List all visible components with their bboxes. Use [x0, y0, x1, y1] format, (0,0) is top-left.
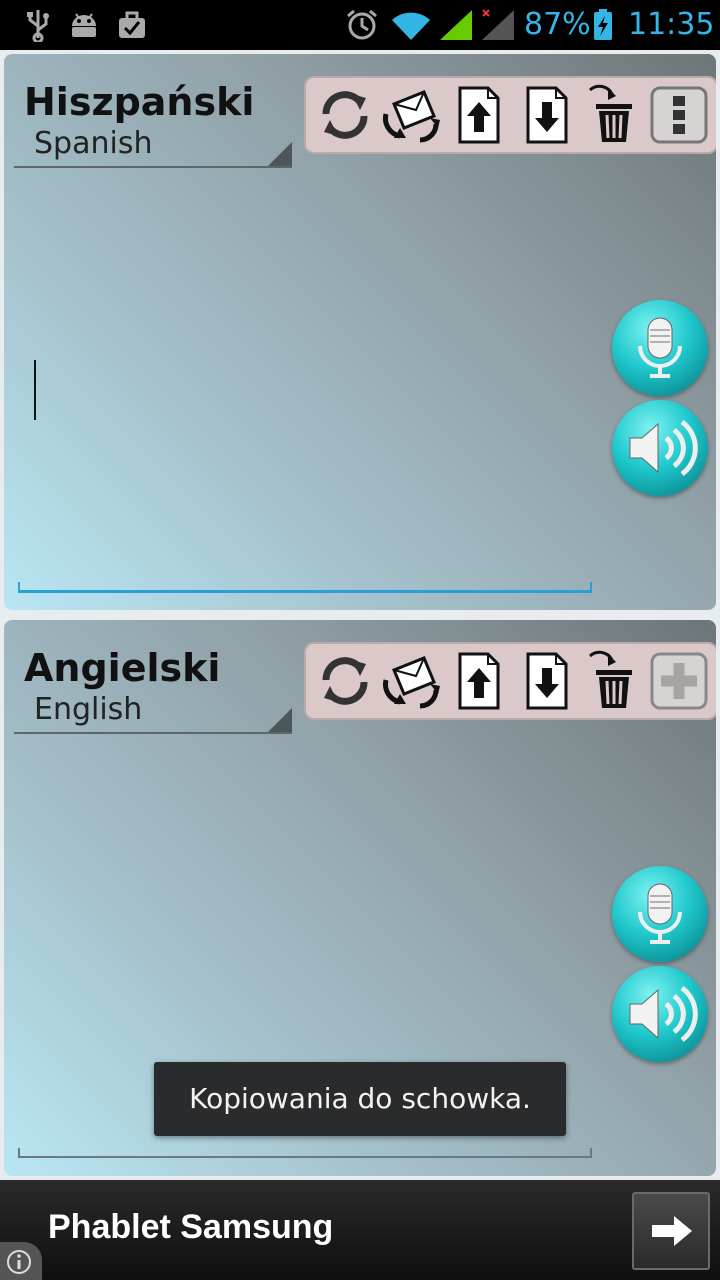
target-underline-left-cap [18, 1148, 20, 1158]
upload-icon [458, 86, 500, 144]
share-mail-icon [383, 90, 440, 143]
add-icon [650, 652, 708, 710]
delete-button[interactable] [582, 650, 644, 712]
signal-icon [440, 10, 472, 40]
ad-open-button[interactable] [632, 1192, 710, 1270]
swap-button[interactable] [314, 84, 376, 146]
info-icon [7, 1250, 31, 1274]
microphone-icon [638, 883, 682, 944]
target-language-sub: English [34, 692, 143, 727]
speaker-icon [629, 419, 698, 477]
briefcase-icon [119, 11, 145, 38]
share-button[interactable] [380, 650, 442, 712]
dropdown-triangle-icon [268, 708, 292, 732]
delete-icon [588, 84, 632, 142]
delete-button[interactable] [582, 84, 644, 146]
signal-no-data-icon [482, 9, 514, 40]
upload-icon [458, 652, 500, 710]
battery-charging-icon [594, 9, 612, 40]
target-toolbar [304, 642, 716, 720]
upload-button[interactable] [448, 650, 510, 712]
source-language-name: Hiszpański [24, 80, 255, 124]
microphone-icon [638, 317, 682, 378]
source-speaker-button[interactable] [612, 400, 708, 496]
source-input-underline [18, 590, 592, 593]
battery-percent: 87% [524, 7, 591, 42]
download-icon [526, 652, 568, 710]
share-button[interactable] [380, 84, 442, 146]
target-input-underline [18, 1156, 592, 1158]
toast-message: Kopiowania do schowka. [154, 1062, 566, 1136]
status-bar: 87% 11:35 [0, 0, 720, 50]
target-microphone-button[interactable] [612, 866, 708, 962]
usb-icon [27, 10, 49, 42]
menu-icon [650, 86, 708, 144]
target-language-selector[interactable]: Angielski English [14, 644, 294, 736]
swap-button[interactable] [314, 650, 376, 712]
spinner-underline [14, 732, 292, 734]
swap-icon [322, 91, 368, 139]
spinner-underline [14, 166, 292, 168]
ad-banner[interactable]: Phablet Samsung [0, 1180, 720, 1280]
source-toolbar [304, 76, 716, 154]
delete-icon [588, 650, 632, 708]
upload-button[interactable] [448, 84, 510, 146]
source-language-selector[interactable]: Hiszpański Spanish [14, 78, 294, 170]
target-speaker-button[interactable] [612, 966, 708, 1062]
dropdown-triangle-icon [268, 142, 292, 166]
speaker-icon [629, 985, 698, 1043]
source-underline-right-cap [590, 582, 592, 592]
swap-icon [322, 657, 368, 705]
source-panel: Hiszpański Spanish [4, 54, 716, 610]
source-underline-left-cap [18, 582, 20, 592]
source-language-sub: Spanish [34, 126, 153, 161]
download-button[interactable] [516, 650, 578, 712]
alarm-icon [347, 9, 377, 40]
ad-text[interactable]: Phablet Samsung [48, 1208, 333, 1247]
source-microphone-button[interactable] [612, 300, 708, 396]
menu-button[interactable] [648, 84, 710, 146]
download-button[interactable] [516, 84, 578, 146]
clock: 11:35 [628, 7, 715, 42]
arrow-right-icon [652, 1216, 692, 1246]
wifi-icon [392, 12, 430, 40]
target-language-name: Angielski [24, 646, 221, 690]
android-icon [72, 13, 96, 37]
source-text-input[interactable] [34, 360, 604, 580]
target-underline-right-cap [590, 1148, 592, 1158]
add-button[interactable] [648, 650, 710, 712]
download-icon [526, 86, 568, 144]
ad-info-button[interactable] [0, 1242, 42, 1280]
share-mail-icon [383, 656, 440, 709]
